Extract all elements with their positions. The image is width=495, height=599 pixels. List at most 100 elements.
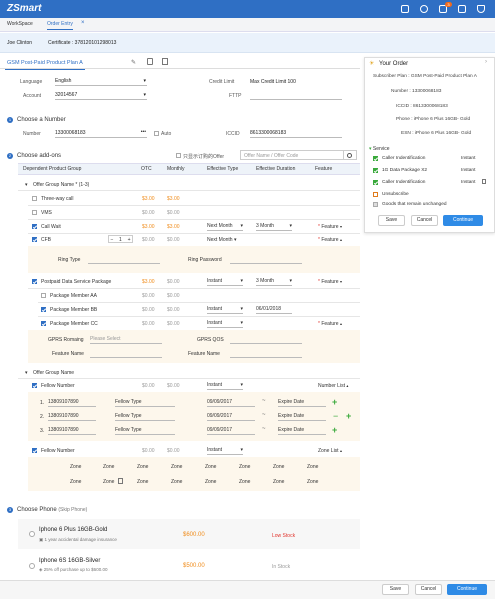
tab-order-entry[interactable]: Order Entry bbox=[47, 21, 73, 30]
gprs-roaming-select[interactable]: Please Select bbox=[90, 336, 162, 344]
fellow-number-checkbox[interactable] bbox=[32, 383, 37, 388]
order-save-button[interactable]: Save bbox=[378, 215, 405, 226]
fellow-type-select[interactable]: Fellow Type bbox=[115, 427, 175, 435]
account-select[interactable]: 32014567 ▾ bbox=[55, 92, 147, 100]
language-label: Language bbox=[20, 79, 43, 85]
fttp-input[interactable] bbox=[250, 92, 342, 100]
effective-type-select[interactable]: Instant ▾ bbox=[207, 382, 243, 390]
fellow-number-input[interactable]: 13809107890 bbox=[48, 399, 96, 407]
package-checkbox[interactable] bbox=[32, 279, 37, 284]
service-checkbox[interactable] bbox=[373, 180, 378, 185]
zone-label: Zone bbox=[239, 479, 251, 485]
add-row-icon[interactable]: + bbox=[346, 412, 351, 421]
fellow-number-input[interactable]: 13809107890 bbox=[48, 413, 96, 421]
delete-icon[interactable] bbox=[162, 58, 168, 65]
effective-date-input[interactable]: 06/01/2018 bbox=[256, 306, 292, 314]
service-toggle[interactable]: ▾ Service bbox=[369, 146, 390, 152]
cfb-checkbox[interactable] bbox=[32, 237, 37, 242]
fellow-number-2-checkbox[interactable] bbox=[32, 448, 37, 453]
collapse-icon[interactable]: › bbox=[485, 59, 487, 65]
offer-search-input[interactable]: Offer Name / Offer Code bbox=[240, 150, 344, 160]
language-select[interactable]: English ▾ bbox=[55, 78, 147, 86]
phone-radio-2[interactable] bbox=[29, 563, 35, 569]
fellow-type-select[interactable]: Fellow Type bbox=[115, 413, 175, 421]
group-1-toggle[interactable]: ▾ bbox=[25, 182, 28, 188]
feature-link[interactable]: * Feature ▴ bbox=[318, 321, 342, 327]
minus-icon[interactable]: − bbox=[111, 237, 114, 243]
fellow-expire-date[interactable]: Expire Date bbox=[278, 413, 326, 421]
three-way-call-checkbox[interactable] bbox=[32, 196, 37, 201]
zone-label: Zone bbox=[70, 479, 82, 485]
order-cancel-button[interactable]: Cancel bbox=[411, 215, 438, 226]
effective-type-select[interactable]: Next Month ▾ bbox=[207, 223, 243, 231]
effective-type-select[interactable]: Instant ▾ bbox=[207, 306, 243, 314]
effective-type-select[interactable]: Next Month ▾ bbox=[207, 237, 236, 243]
user-icon[interactable] bbox=[477, 5, 485, 13]
zone-label: Zone bbox=[171, 479, 183, 485]
divider bbox=[38, 316, 360, 317]
number-list-link[interactable]: Number List ▴ bbox=[318, 383, 348, 389]
close-tab-icon[interactable]: × bbox=[81, 20, 85, 26]
order-continue-button[interactable]: Continue bbox=[443, 215, 483, 226]
fellow-start-date[interactable]: 09/09/2017 bbox=[207, 413, 255, 421]
phone-stock: In Stock bbox=[272, 564, 291, 570]
feature-link[interactable]: * Feature ▴ bbox=[318, 237, 342, 243]
delete-icon[interactable] bbox=[118, 478, 123, 484]
tab-workspace[interactable]: WorkSpace bbox=[7, 21, 33, 27]
search-button[interactable] bbox=[344, 150, 357, 160]
ring-password-input[interactable] bbox=[230, 256, 302, 264]
continue-button[interactable]: Continue bbox=[447, 584, 487, 595]
fellow-start-date[interactable]: 09/09/2017 bbox=[207, 399, 255, 407]
fellow-type-select[interactable]: Fellow Type bbox=[115, 399, 175, 407]
feature-link[interactable]: * Feature ▾ bbox=[318, 279, 342, 285]
iccid-input[interactable]: 8613300068183 bbox=[250, 130, 342, 138]
skip-phone-link[interactable]: (Skip Phone) bbox=[58, 507, 87, 513]
feature-name-input[interactable] bbox=[90, 350, 162, 358]
power-icon[interactable] bbox=[420, 5, 428, 13]
effective-duration-select[interactable]: 3 Month ▾ bbox=[256, 278, 292, 286]
only-subscribed-checkbox[interactable] bbox=[176, 153, 181, 158]
service-checkbox[interactable] bbox=[373, 168, 378, 173]
member-bb-checkbox[interactable] bbox=[41, 307, 46, 312]
ring-type-label: Ring Type bbox=[58, 257, 81, 263]
zone-list-link[interactable]: Zone List ▴ bbox=[318, 448, 342, 454]
delete-icon[interactable] bbox=[482, 179, 486, 184]
ring-type-input[interactable] bbox=[88, 256, 160, 264]
shirt-icon[interactable] bbox=[458, 5, 466, 13]
refresh-icon[interactable] bbox=[401, 5, 409, 13]
credit-limit-value: Max Credit Limit 100 bbox=[250, 79, 296, 85]
cancel-button[interactable]: Cancel bbox=[415, 584, 442, 595]
member-cc-checkbox[interactable] bbox=[41, 321, 46, 326]
phone-desc: ▣ 1 year accidental damage insurance bbox=[39, 537, 117, 542]
group-2-toggle[interactable]: ▾ bbox=[25, 370, 28, 376]
member-aa-checkbox[interactable] bbox=[41, 293, 46, 298]
remove-row-icon[interactable]: − bbox=[333, 412, 338, 421]
service-checkbox[interactable] bbox=[373, 156, 378, 161]
fellow-expire-date[interactable]: Expire Date bbox=[278, 399, 326, 407]
fellow-start-date[interactable]: 09/09/2017 bbox=[207, 427, 255, 435]
col-eff-duration: Effective Duration bbox=[256, 166, 296, 172]
feature-name-input[interactable] bbox=[230, 350, 302, 358]
edit-icon[interactable]: ✎ bbox=[131, 59, 136, 66]
fellow-number-input[interactable]: 13809107890 bbox=[48, 427, 96, 435]
auto-checkbox[interactable] bbox=[154, 131, 159, 136]
save-button[interactable]: Save bbox=[382, 584, 409, 595]
plus-icon[interactable]: + bbox=[128, 237, 131, 243]
effective-type-select[interactable]: Instant ▾ bbox=[207, 447, 243, 455]
effective-type-select[interactable]: Instant ▾ bbox=[207, 278, 243, 286]
fellow-expire-date[interactable]: Expire Date bbox=[278, 427, 326, 435]
number-input[interactable]: 13300068183 ••• bbox=[55, 129, 147, 138]
add-row-icon[interactable]: + bbox=[332, 398, 337, 407]
effective-type-select[interactable]: Instant ▾ bbox=[207, 320, 243, 328]
copy-icon[interactable] bbox=[147, 58, 153, 65]
gprs-qos-input[interactable] bbox=[230, 336, 302, 344]
phone-radio-1[interactable] bbox=[29, 531, 35, 537]
call-wait-checkbox[interactable] bbox=[32, 224, 37, 229]
add-row-icon[interactable]: + bbox=[332, 426, 337, 435]
feature-link[interactable]: * Feature ▾ bbox=[318, 224, 342, 230]
vms-checkbox[interactable] bbox=[32, 210, 37, 215]
plan-tab[interactable]: GSM Post-Paid Product Plan A bbox=[5, 57, 85, 70]
divider bbox=[28, 219, 360, 220]
effective-duration-select[interactable]: 3 Month ▾ bbox=[256, 223, 292, 231]
quantity-stepper[interactable]: − 1 + bbox=[108, 235, 133, 243]
